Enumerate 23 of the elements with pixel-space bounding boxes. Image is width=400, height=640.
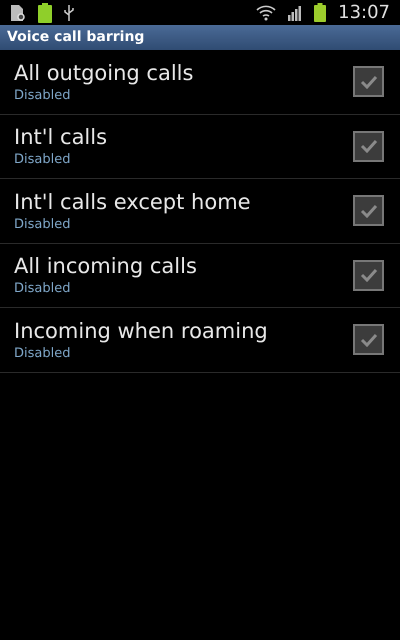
setting-summary: Disabled (14, 344, 72, 363)
setting-label: All outgoing calls (14, 60, 194, 87)
setting-label: Incoming when roaming (14, 318, 269, 345)
sd-card-settings-icon (10, 4, 26, 22)
wifi-icon (256, 4, 276, 20)
setting-summary: Disabled (14, 216, 72, 234)
screen-title: Voice call barring (7, 28, 144, 47)
setting-summary: Disabled (14, 151, 72, 170)
signal-icon (288, 4, 302, 20)
checkmark-icon (360, 268, 378, 282)
setting-label: Int'l calls except home (14, 188, 252, 216)
usb-icon (64, 4, 74, 20)
clock: 13:07 (338, 1, 390, 25)
setting-summary: Disabled (14, 86, 72, 105)
checkmark-icon (360, 139, 378, 154)
checkmark-icon (360, 204, 378, 218)
battery-icon (314, 3, 326, 22)
battery-full-icon (38, 2, 52, 22)
checkmark-icon (360, 74, 378, 89)
checkmark-icon (360, 332, 378, 347)
setting-label: Int'l calls (14, 124, 108, 152)
setting-label: All incoming calls (14, 253, 198, 280)
setting-summary: Disabled (14, 280, 72, 298)
